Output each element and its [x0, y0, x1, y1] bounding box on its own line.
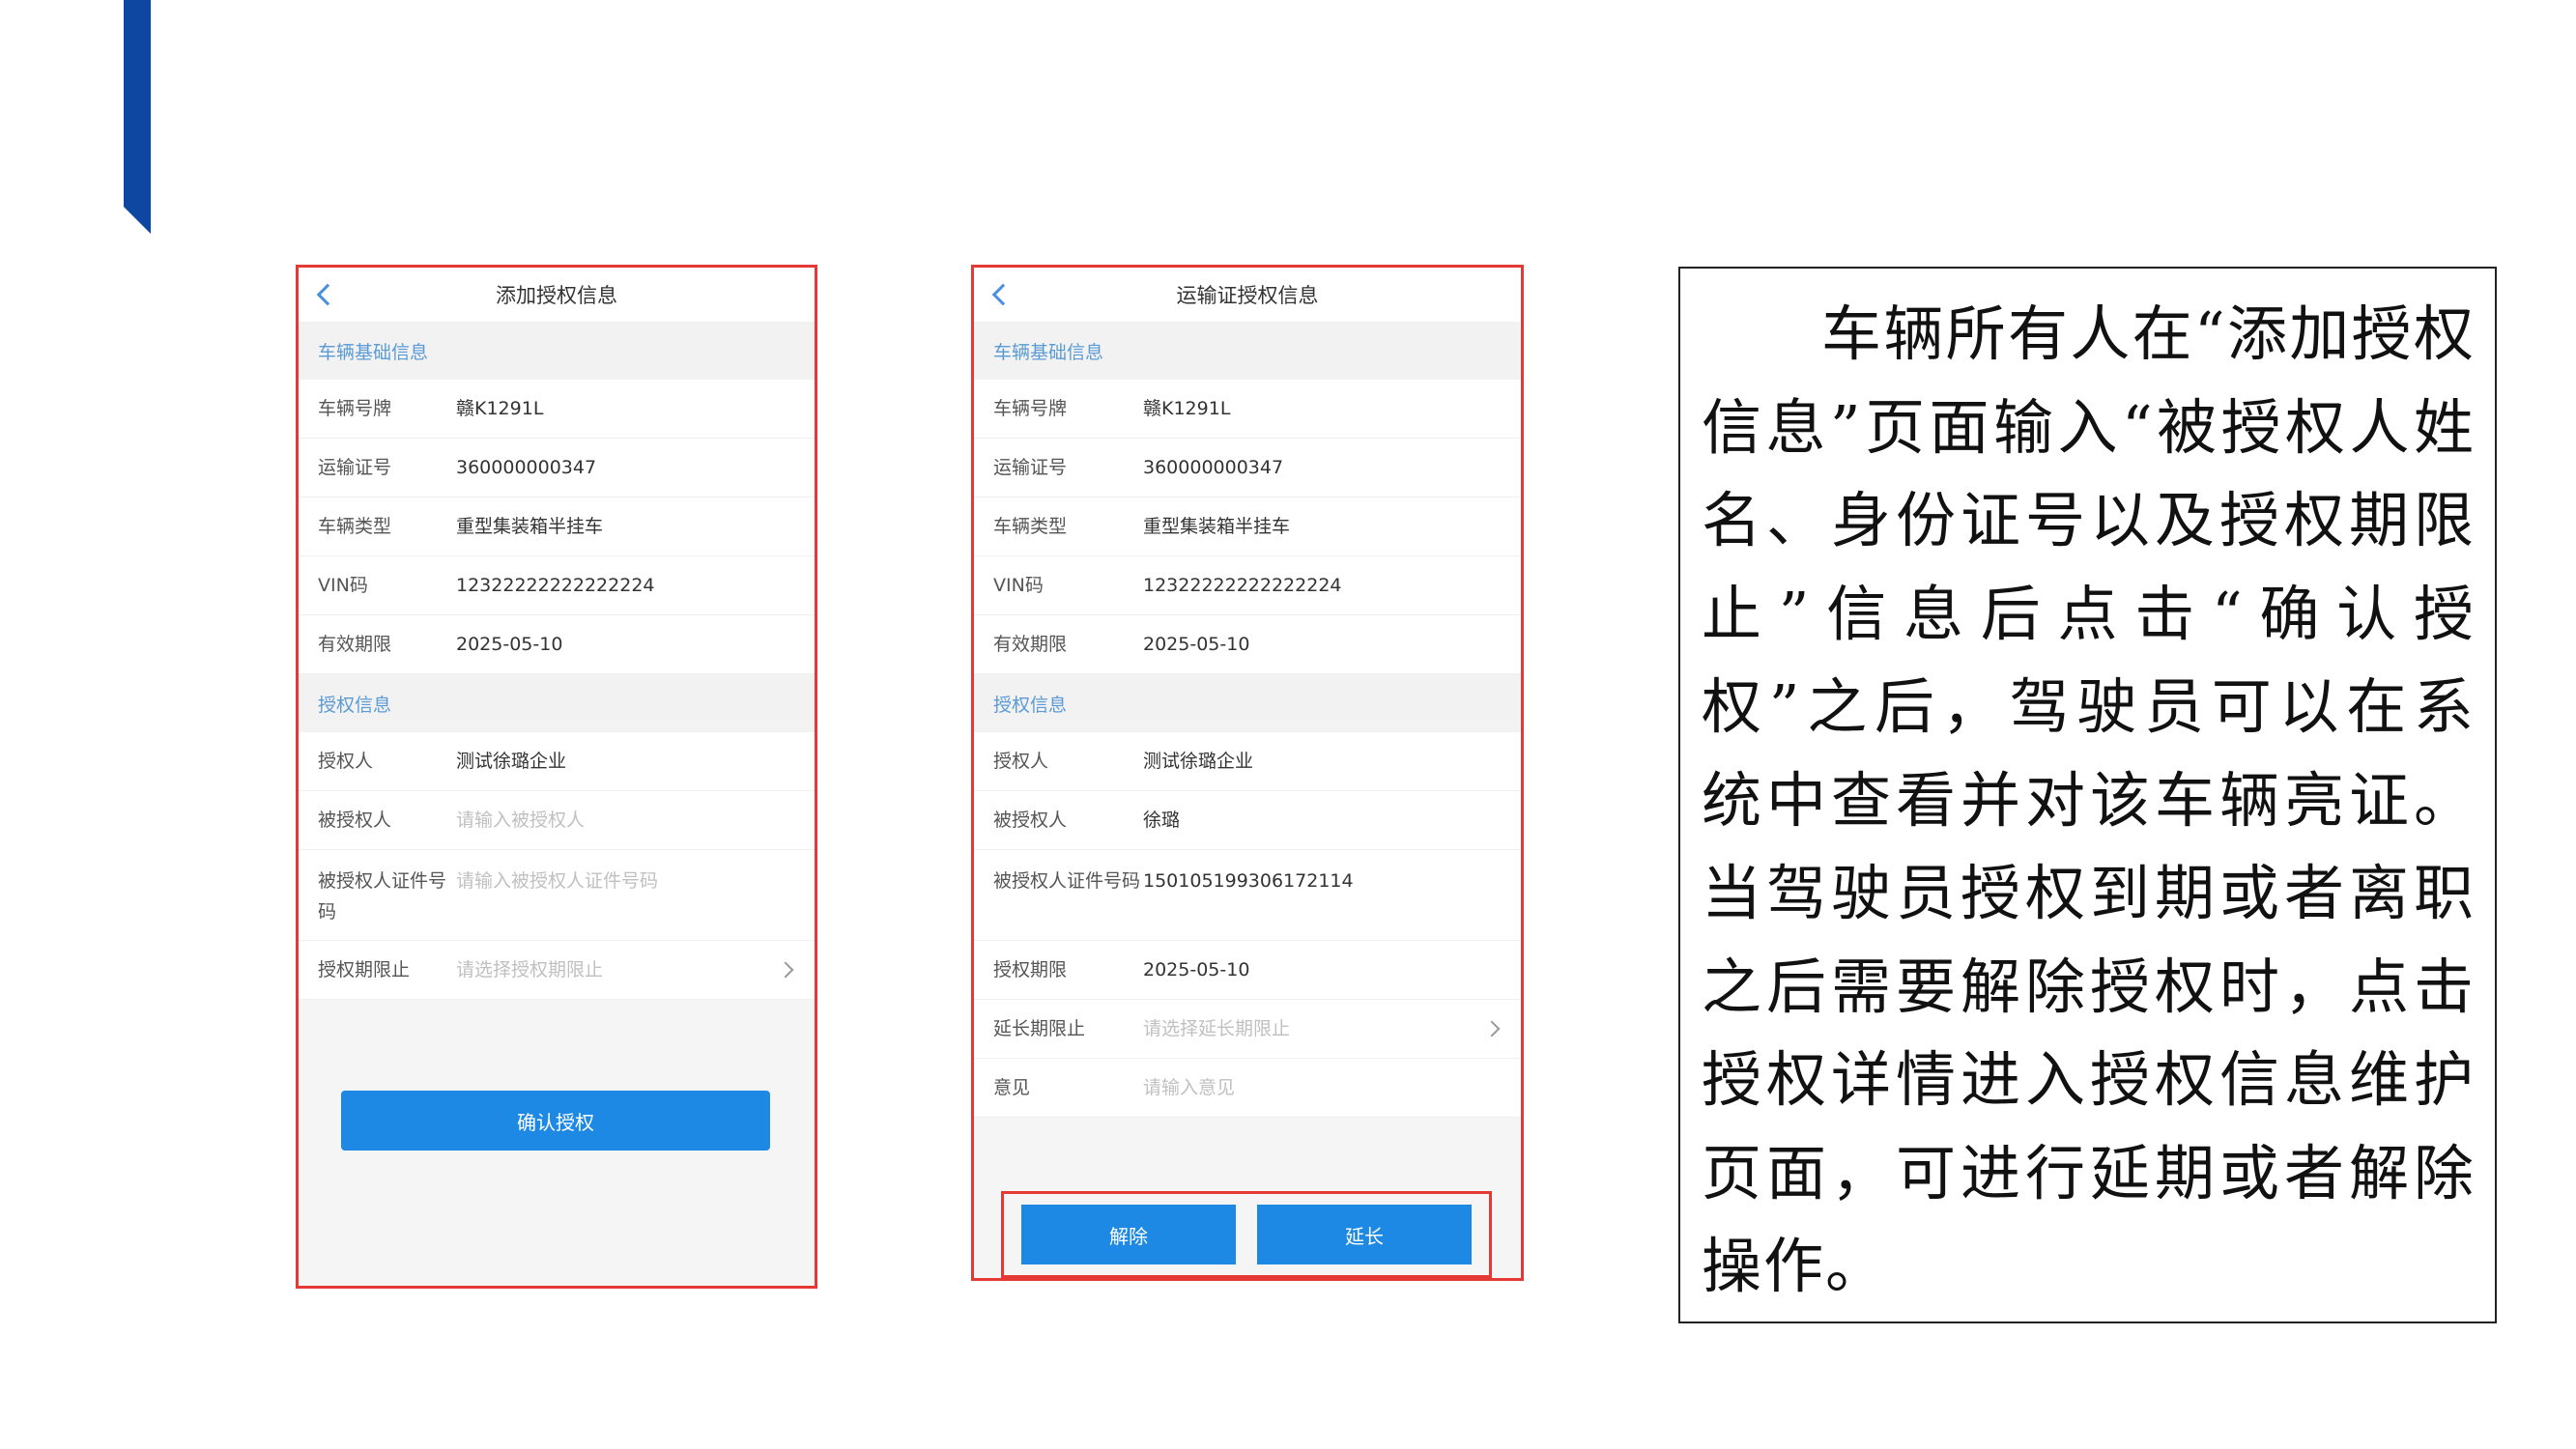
- authorization-detail-screen: 运输证授权信息 车辆基础信息 车辆号牌 赣K1291L 运输证号 3600000…: [971, 265, 1524, 1281]
- row-label: 车辆类型: [993, 516, 1068, 537]
- row-value: 150105199306172114: [1143, 870, 1354, 892]
- extension-date-placeholder[interactable]: 请选择延长期限止: [1143, 1013, 1290, 1044]
- extend-authorization-button[interactable]: 延长: [1257, 1205, 1472, 1264]
- row-vin: VIN码 12322222222222224: [974, 556, 1521, 615]
- row-label: 有效期限: [993, 634, 1068, 655]
- row-value: 重型集装箱半挂车: [456, 516, 604, 537]
- chevron-right-icon[interactable]: [1483, 1020, 1501, 1037]
- row-value: 360000000347: [1143, 457, 1284, 478]
- page-title: 运输证授权信息: [1176, 284, 1319, 307]
- row-label: 授权人: [318, 751, 374, 772]
- confirm-authorization-button[interactable]: 确认授权: [341, 1091, 770, 1151]
- nav-bar: 运输证授权信息: [974, 268, 1521, 322]
- row-vin: VIN码 12322222222222224: [299, 556, 815, 615]
- authorizee-id-placeholder[interactable]: 请输入被授权人证件号码: [456, 866, 658, 896]
- description-box: 车辆所有人在“添加授权信息”页面输入“被授权人姓名、身份证号以及授权期限止”信息…: [1678, 267, 2497, 1323]
- row-value: 测试徐璐企业: [456, 751, 567, 772]
- opinion-field[interactable]: 意见 请输入意见: [974, 1059, 1521, 1118]
- authorizee-id-field[interactable]: 被授权人证件号码 请输入被授权人证件号码: [299, 850, 815, 941]
- row-value: 2025-05-10: [1143, 634, 1250, 655]
- nav-bar: 添加授权信息: [299, 268, 815, 322]
- chevron-right-icon[interactable]: [777, 961, 794, 979]
- row-label: 运输证号: [993, 457, 1068, 478]
- row-value: 重型集装箱半挂车: [1143, 516, 1291, 537]
- row-label: VIN码: [318, 575, 368, 596]
- row-label: 运输证号: [318, 457, 392, 478]
- row-value: 2025-05-10: [1143, 959, 1250, 980]
- row-label: 授权期限止: [318, 959, 411, 980]
- opinion-placeholder[interactable]: 请输入意见: [1143, 1072, 1235, 1103]
- row-label: 车辆号牌: [318, 398, 392, 419]
- row-value: 测试徐璐企业: [1143, 751, 1254, 772]
- row-plate: 车辆号牌 赣K1291L: [974, 380, 1521, 439]
- row-value: 赣K1291L: [456, 398, 544, 419]
- page-title: 添加授权信息: [496, 284, 617, 307]
- row-label: 意见: [993, 1077, 1031, 1098]
- row-vehicle-type: 车辆类型 重型集装箱半挂车: [974, 497, 1521, 556]
- row-label: VIN码: [993, 575, 1044, 596]
- row-label: 被授权人: [993, 810, 1068, 831]
- row-validity: 有效期限 2025-05-10: [974, 615, 1521, 674]
- action-button-group: 解除 延长: [1001, 1191, 1492, 1278]
- row-value: 12322222222222224: [1143, 575, 1342, 596]
- back-arrow-icon[interactable]: [316, 283, 339, 306]
- add-authorization-screen: 添加授权信息 车辆基础信息 车辆号牌 赣K1291L 运输证号 36000000…: [296, 265, 817, 1289]
- auth-end-date-placeholder[interactable]: 请选择授权期限止: [456, 954, 603, 985]
- row-auth-period: 授权期限 2025-05-10: [974, 941, 1521, 1000]
- row-vehicle-type: 车辆类型 重型集装箱半挂车: [299, 497, 815, 556]
- row-label: 授权期限: [993, 959, 1068, 980]
- auth-end-date-picker[interactable]: 授权期限止 请选择授权期限止: [299, 941, 815, 1000]
- row-value: 徐璐: [1143, 810, 1181, 831]
- section-header-vehicle: 车辆基础信息: [299, 322, 815, 380]
- row-authorizer: 授权人 测试徐璐企业: [299, 732, 815, 791]
- row-authorizee: 被授权人 徐璐: [974, 791, 1521, 850]
- row-label: 被授权人证件号码: [993, 870, 1141, 892]
- row-label: 授权人: [993, 751, 1049, 772]
- row-label: 车辆类型: [318, 516, 392, 537]
- row-authorizer: 授权人 测试徐璐企业: [974, 732, 1521, 791]
- extension-date-picker[interactable]: 延长期限止 请选择延长期限止: [974, 1000, 1521, 1059]
- row-authorizee-id: 被授权人证件号码 150105199306172114: [974, 850, 1521, 941]
- section-header-auth: 授权信息: [974, 674, 1521, 732]
- accent-bar: [124, 0, 151, 234]
- row-value: 2025-05-10: [456, 634, 563, 655]
- row-value: 赣K1291L: [1143, 398, 1231, 419]
- row-label: 有效期限: [318, 634, 392, 655]
- section-header-vehicle: 车辆基础信息: [974, 322, 1521, 380]
- description-text: 车辆所有人在“添加授权信息”页面输入“被授权人姓名、身份证号以及授权期限止”信息…: [1702, 298, 2476, 1301]
- row-transport-cert: 运输证号 360000000347: [299, 439, 815, 497]
- row-value: 360000000347: [456, 457, 597, 478]
- row-plate: 车辆号牌 赣K1291L: [299, 380, 815, 439]
- row-validity: 有效期限 2025-05-10: [299, 615, 815, 674]
- row-transport-cert: 运输证号 360000000347: [974, 439, 1521, 497]
- row-label: 延长期限止: [993, 1018, 1086, 1039]
- row-label: 被授权人证件号码: [318, 870, 447, 923]
- authorizee-name-field[interactable]: 被授权人 请输入被授权人: [299, 791, 815, 850]
- row-label: 被授权人: [318, 810, 392, 831]
- row-label: 车辆号牌: [993, 398, 1068, 419]
- back-arrow-icon[interactable]: [991, 283, 1015, 306]
- section-header-auth: 授权信息: [299, 674, 815, 732]
- remove-authorization-button[interactable]: 解除: [1021, 1205, 1236, 1264]
- authorizee-name-placeholder[interactable]: 请输入被授权人: [456, 805, 585, 836]
- row-value: 12322222222222224: [456, 575, 655, 596]
